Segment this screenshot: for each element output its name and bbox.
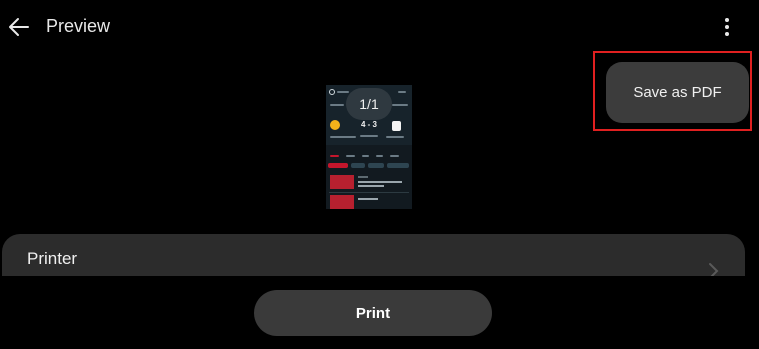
print-button[interactable]: Print [254, 290, 492, 336]
thumbnail-chip [387, 163, 409, 168]
thumbnail-divider [329, 192, 409, 193]
save-as-pdf-menu-item[interactable]: Save as PDF [606, 62, 749, 123]
print-button-label: Print [355, 304, 391, 322]
thumbnail-text-line [358, 198, 378, 200]
thumbnail-chip [351, 163, 365, 168]
thumbnail-tab [390, 155, 399, 157]
thumbnail-tab [362, 155, 369, 157]
thumbnail-tab-row [326, 153, 412, 159]
more-vertical-icon-dot-middle [725, 25, 729, 29]
thumbnail-tab [346, 155, 355, 157]
away-team-badge [392, 121, 401, 131]
thumbnail-text-line [386, 136, 404, 138]
arrow-left-icon [9, 18, 29, 36]
page-indicator: 1/1 [346, 88, 392, 120]
thumbnail-tab [376, 155, 383, 157]
home-team-badge [330, 120, 340, 130]
more-vertical-icon-dot-bottom [725, 32, 729, 36]
thumbnail-chip [328, 163, 348, 168]
thumbnail-news-image [330, 195, 354, 209]
thumbnail-app-logo [329, 89, 335, 95]
thumbnail-text-line [392, 104, 408, 106]
back-button[interactable] [6, 13, 34, 41]
thumbnail-text-line [330, 104, 344, 106]
thumbnail-text-line [337, 91, 349, 93]
save-as-pdf-label: Save as PDF [633, 84, 722, 101]
more-vertical-icon-dot-top [725, 18, 729, 22]
thumbnail-chip-row [328, 163, 412, 169]
printer-label: Printer [27, 249, 78, 268]
thumbnail-text-line [330, 136, 356, 138]
thumbnail-score: 4 - 3 [360, 120, 377, 129]
thumbnail-text-line [358, 181, 402, 183]
thumbnail-text-line [398, 91, 406, 93]
thumbnail-text-line [358, 185, 384, 187]
thumbnail-chip [368, 163, 384, 168]
top-app-bar: Preview [0, 0, 759, 54]
thumbnail-news-image [330, 175, 354, 189]
page-title: Preview [46, 16, 111, 36]
more-options-button[interactable] [716, 14, 738, 40]
thumbnail-text-line [360, 135, 378, 137]
thumbnail-text-line [358, 176, 368, 178]
thumbnail-tab [330, 155, 339, 157]
